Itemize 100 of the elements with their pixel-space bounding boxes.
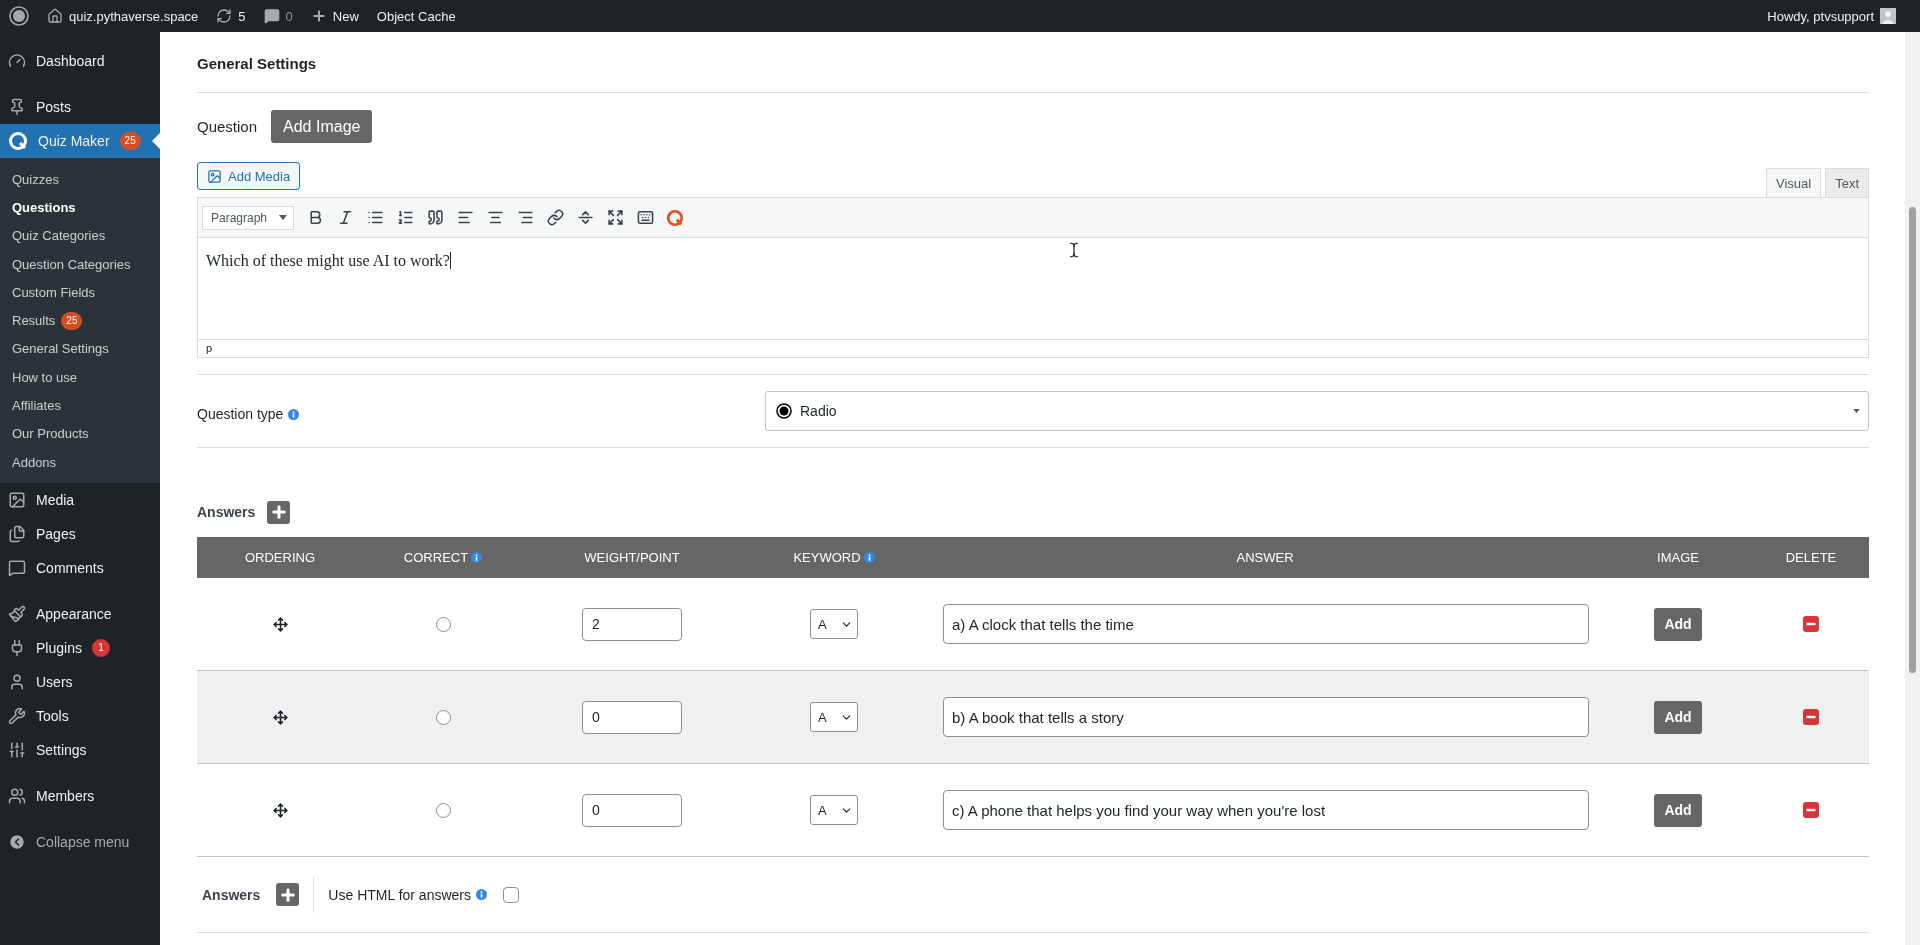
editor-tab[interactable]: Text <box>1825 168 1869 197</box>
answer-input[interactable]: b) A book that tells a story <box>943 697 1589 737</box>
pin-icon <box>8 98 26 116</box>
weight-input[interactable]: 0 <box>582 793 682 827</box>
plus-icon <box>310 8 327 24</box>
column-header: IMAGE <box>1603 537 1753 578</box>
new-link[interactable]: New <box>301 0 368 32</box>
element-path: p <box>206 342 213 354</box>
scrollbar-thumb[interactable] <box>1909 207 1916 673</box>
collapse-icon <box>8 833 26 852</box>
comment-icon <box>263 8 280 24</box>
menu-item[interactable]: Media <box>0 483 160 518</box>
submenu-item[interactable]: Custom Fields <box>0 278 160 307</box>
user-icon <box>8 673 26 692</box>
collapse-menu-button[interactable]: Collapse menu <box>0 825 160 860</box>
logo-icon[interactable] <box>9 6 29 26</box>
add-image-button[interactable]: Add <box>1654 700 1702 734</box>
submenu-item[interactable]: Addons <box>0 447 160 477</box>
updates-link[interactable]: 5 <box>207 0 255 32</box>
submenu-item[interactable]: General Settings <box>0 334 160 364</box>
avatar-icon <box>1880 8 1896 24</box>
menu-item[interactable]: Appearance <box>0 597 160 632</box>
answer-input[interactable]: a) A clock that tells the time <box>943 604 1589 644</box>
menu-item[interactable]: Posts <box>0 90 160 124</box>
delete-icon[interactable] <box>1803 616 1819 632</box>
submenu-item[interactable]: Question Categories <box>0 249 160 279</box>
submenu-item[interactable]: Quiz Categories <box>0 221 160 250</box>
menu-item[interactable]: Comments <box>0 551 160 586</box>
bullet-list-icon <box>366 209 384 226</box>
submenu-item[interactable]: Questions <box>0 193 160 222</box>
pages-icon <box>8 525 26 544</box>
column-header: KEYWORD <box>741 537 927 578</box>
drag-handle-icon[interactable] <box>272 802 288 818</box>
add-answer-button[interactable] <box>267 500 291 524</box>
submenu-item[interactable]: Affiliates <box>0 391 160 420</box>
menu-item[interactable]: Tools <box>0 699 160 734</box>
count-badge: 25 <box>119 132 141 150</box>
submenu-item[interactable]: How to use <box>0 363 160 392</box>
delete-icon[interactable] <box>1803 709 1819 725</box>
answer-input[interactable]: c) A phone that helps you find your way when you're lost <box>943 790 1589 830</box>
link-icon <box>546 209 564 226</box>
menu-item[interactable]: Members <box>0 779 160 814</box>
menu-item[interactable]: Quiz Maker 25 <box>0 124 160 158</box>
menu-item[interactable]: Dashboard <box>0 44 160 78</box>
keyword-select[interactable]: A <box>810 795 858 825</box>
add-answer-button[interactable] <box>276 883 300 906</box>
column-header: ANSWER <box>927 537 1603 578</box>
weight-input[interactable]: 2 <box>582 607 682 641</box>
add-media-button[interactable]: Add Media <box>197 162 301 190</box>
html-option-label: Use HTML for answers <box>328 886 471 903</box>
submenu-item[interactable]: Results 25 <box>0 306 160 335</box>
menu-item[interactable]: Pages <box>0 517 160 552</box>
correct-radio[interactable] <box>435 616 451 632</box>
comments-link[interactable]: 0 <box>254 0 302 32</box>
column-header: WEIGHT/POINT <box>523 537 741 578</box>
paintbrush-icon <box>8 605 26 624</box>
submenu-item[interactable]: Quizzes <box>0 165 160 194</box>
quiz-logo-icon <box>8 131 28 151</box>
question-label: Question <box>197 118 258 135</box>
format-dropdown[interactable]: Paragraph <box>202 205 294 230</box>
weight-input[interactable]: 0 <box>582 700 682 734</box>
question-text[interactable]: Which of these might use AI to work? <box>206 252 451 269</box>
quote-icon <box>426 209 444 226</box>
account-menu[interactable]: Howdy, ptvsupport <box>1758 0 1905 32</box>
numbered-list-icon <box>396 209 414 226</box>
info-icon <box>288 408 300 420</box>
column-header: DELETE <box>1753 537 1869 578</box>
menu-item[interactable]: Plugins 1 <box>0 631 160 666</box>
object-cache-link[interactable]: Object Cache <box>367 0 465 32</box>
correct-radio[interactable] <box>435 802 451 818</box>
keyboard-icon <box>636 209 654 226</box>
answers-label: Answers <box>197 504 256 520</box>
menu-item[interactable]: Settings <box>0 733 160 768</box>
add-image-button[interactable]: Add <box>1654 793 1702 827</box>
question-type-select[interactable]: Radio <box>765 391 1869 431</box>
comment-icon <box>8 559 26 578</box>
quiz-logo-icon <box>666 208 684 227</box>
answers-label: Answers <box>202 886 261 903</box>
submenu-item[interactable]: Our Products <box>0 419 160 448</box>
add-image-button[interactable]: Add <box>1654 607 1702 641</box>
align-right-icon <box>516 209 534 226</box>
editor-tab[interactable]: Visual <box>1765 168 1822 197</box>
keyword-select[interactable]: A <box>810 702 858 732</box>
site-link[interactable]: quiz.pythaverse.space <box>38 0 208 32</box>
home-icon <box>47 8 63 24</box>
media-icon <box>207 168 222 184</box>
align-center-icon <box>486 209 504 226</box>
refresh-icon <box>216 8 233 24</box>
users-icon <box>8 787 26 806</box>
drag-handle-icon[interactable] <box>272 616 288 632</box>
delete-icon[interactable] <box>1803 802 1819 818</box>
keyword-select[interactable]: A <box>810 609 858 639</box>
page-title: General Settings <box>197 53 318 74</box>
caret-icon <box>1853 409 1860 413</box>
menu-item[interactable]: Users <box>0 665 160 700</box>
correct-radio[interactable] <box>435 709 451 725</box>
fullscreen-icon <box>606 209 624 226</box>
html-checkbox[interactable] <box>503 886 519 903</box>
add-image-button[interactable]: Add Image <box>271 110 373 143</box>
drag-handle-icon[interactable] <box>272 709 288 725</box>
